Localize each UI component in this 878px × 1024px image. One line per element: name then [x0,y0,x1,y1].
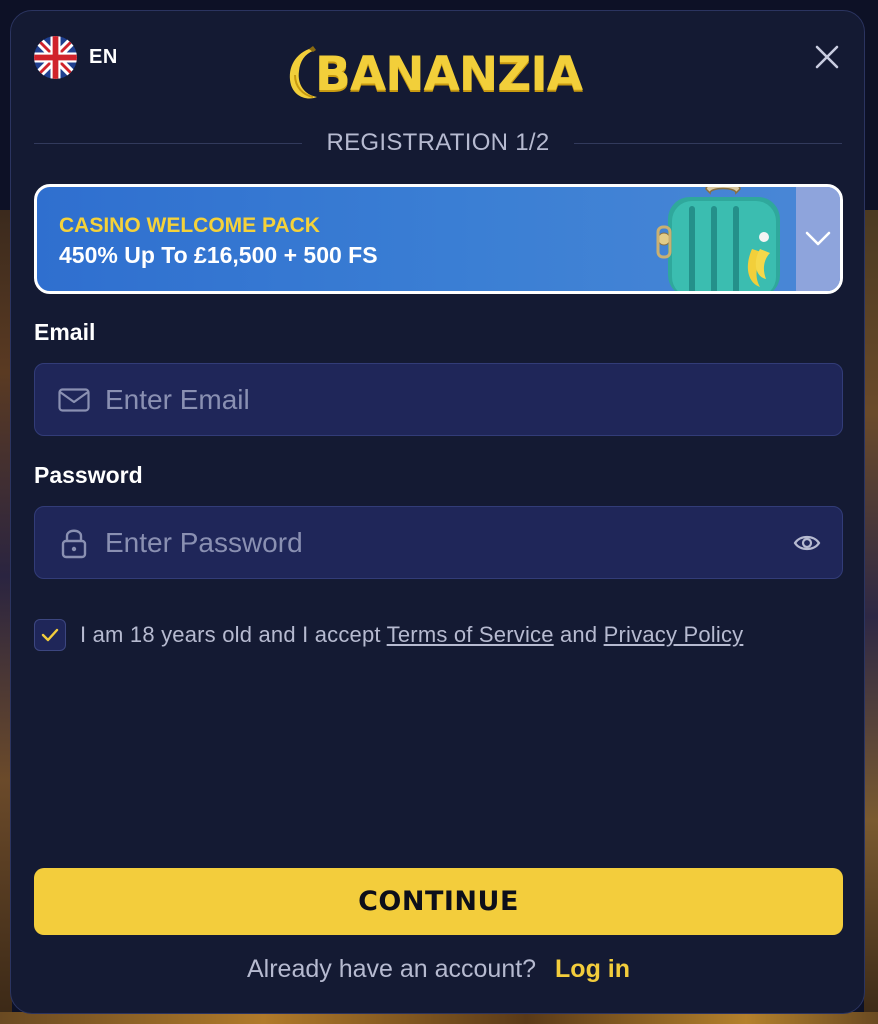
divider-left [34,142,303,144]
lock-icon [57,526,91,560]
password-label: Password [34,462,143,488]
uk-flag-icon [34,36,77,79]
eye-icon[interactable] [790,526,824,560]
login-prompt: Already have an account? Log in [11,955,866,984]
language-label: EN [89,46,118,68]
consent-prefix: I am 18 years old and I accept [80,622,381,647]
email-input[interactable] [91,364,842,435]
login-question: Already have an account? [246,955,537,983]
close-icon[interactable] [814,44,840,70]
chevron-down-icon [805,231,831,246]
step-header: REGISTRATION 1/2 [34,128,842,158]
email-label: Email [34,319,96,345]
suitcase-icon [656,187,780,291]
consent-conjunction: and [560,622,598,647]
consent-text: I am 18 years old and I accept Terms of … [80,622,743,648]
password-input[interactable] [91,507,790,578]
age-consent: I am 18 years old and I accept Terms of … [34,619,743,651]
logo-wordmark: BANANZIA [315,46,583,102]
step-title: REGISTRATION 1/2 [326,129,550,156]
promo-offer: 450% Up To £16,500 + 500 FS [59,242,378,268]
login-link[interactable]: Log in [555,955,630,983]
language-selector[interactable]: EN [34,36,118,79]
background-casino-right [864,210,878,1024]
continue-button[interactable]: CONTINUE [34,868,843,935]
email-field[interactable] [34,363,843,436]
promo-title: CASINO WELCOME PACK [59,214,320,237]
consent-checkbox[interactable] [34,619,66,651]
registration-modal: EN BANANZIA REGISTRATION 1/2 CASINO WELC… [10,10,865,1014]
bananzia-logo: BANANZIA [283,45,583,103]
checkmark-icon [41,628,59,642]
envelope-icon [57,383,91,417]
welcome-pack-banner[interactable]: CASINO WELCOME PACK 450% Up To £16,500 +… [34,184,843,294]
privacy-policy-link[interactable]: Privacy Policy [604,622,744,647]
password-field[interactable] [34,506,843,579]
divider-right [573,142,842,144]
promo-expand-toggle[interactable] [796,187,840,291]
terms-of-service-link[interactable]: Terms of Service [387,622,554,647]
